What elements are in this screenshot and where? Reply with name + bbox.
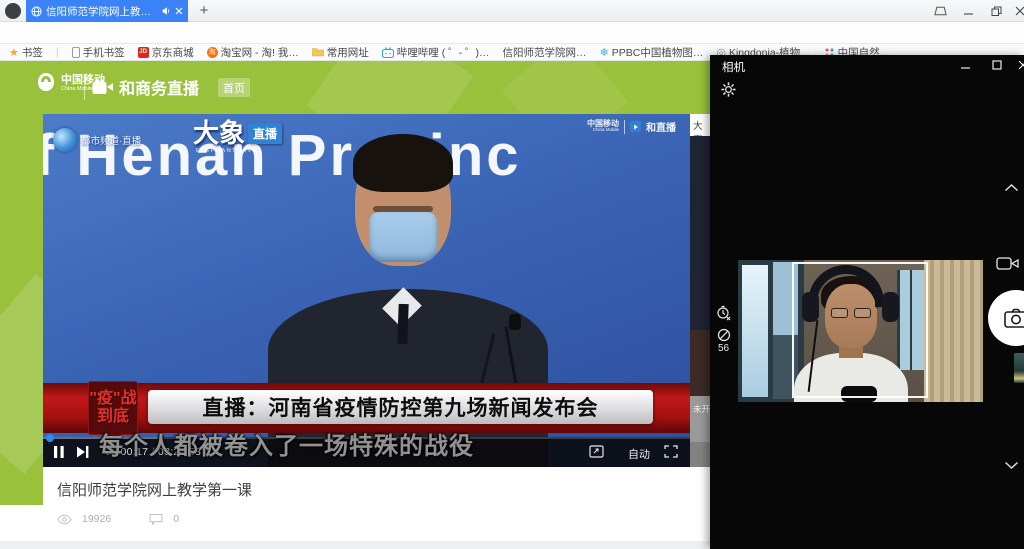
video-subtitle: 每个人都被卷入了一场特殊的战役: [99, 426, 659, 461]
speaker-tie: [397, 304, 408, 344]
page-bottom-strip: [0, 541, 710, 549]
bookmark-divider: |: [56, 46, 59, 58]
video-stats: 19926 0: [57, 513, 179, 525]
side-panel-status-fragment: 未开: [690, 396, 710, 442]
window-pane: [742, 265, 768, 397]
folder-icon: [312, 47, 324, 57]
camera-focus-frame: [792, 262, 928, 398]
active-tab[interactable]: 信阳师范学院网上教学第一课: [26, 0, 188, 22]
camera-app-window: 相机 56: [710, 55, 1024, 549]
video-player[interactable]: f Henan Provinc 都市频道·直播 大象 直播 ELEPHANT L…: [43, 114, 690, 467]
camera-close-button[interactable]: [1010, 55, 1024, 75]
snowflake-icon: ❄: [600, 46, 609, 59]
bookmark-item[interactable]: ❄PPBC中国植物图…: [600, 45, 704, 60]
camera-settings-gear-icon[interactable]: [720, 81, 737, 98]
channel-logo-icon: [53, 128, 77, 152]
views-count: 19926: [82, 513, 111, 525]
side-panel-thumb-area: [690, 330, 710, 396]
comments-count: 0: [173, 513, 179, 525]
fullscreen-icon[interactable]: [664, 445, 678, 458]
bookmark-item[interactable]: 哔哩哔哩 ( ゜- ゜)…: [382, 45, 490, 60]
side-panel-dark-area: [690, 136, 710, 330]
channel-watermark: 都市频道·直播: [53, 128, 141, 152]
microphone-head: [509, 314, 521, 330]
top-right-watermark: 中国移动China Mobile 和直播: [587, 119, 676, 134]
nav-home-button[interactable]: 首页: [218, 78, 250, 97]
tab-audio-icon[interactable]: [161, 6, 171, 16]
webcam-feed: [738, 260, 983, 402]
progress-playhead[interactable]: [46, 434, 54, 442]
speaker-hair: [353, 134, 453, 192]
bookmark-item[interactable]: 手机书签: [72, 45, 125, 60]
views-eye-icon: [57, 514, 72, 525]
photo-preview-thumbnail[interactable]: [1014, 353, 1024, 383]
elephant-live-subtext: ELEPHANT LIVE: [196, 148, 258, 154]
browser-theme-icon[interactable]: [928, 0, 952, 22]
speaker-face-mask: [369, 212, 437, 262]
side-panel-sliver: 大家 未开: [690, 114, 710, 467]
taobao-icon: 淘: [207, 47, 218, 58]
site-favicon-globe-icon: [31, 6, 42, 17]
bookmark-item[interactable]: 淘淘宝网 - 淘! 我…: [207, 45, 299, 60]
browser-restore-button[interactable]: [984, 0, 1008, 22]
tab-close-icon[interactable]: [175, 7, 183, 15]
bookmark-item[interactable]: 信阳师范学院网…: [503, 45, 587, 60]
browser-profile-avatar[interactable]: [5, 3, 21, 19]
video-page-title: 信阳师范学院网上教学第一课: [57, 479, 252, 500]
star-icon: ★: [9, 46, 19, 59]
browser-tab-bar: 信阳师范学院网上教学第一课 +: [0, 0, 1024, 22]
bilibili-tv-icon: [382, 47, 394, 58]
browser-close-button[interactable]: [1008, 0, 1024, 22]
video-mode-icon[interactable]: [996, 256, 1019, 271]
browser-minimize-button[interactable]: [956, 0, 980, 22]
news-banner-text: 直播：河南省疫情防控第九场新闻发布会: [148, 390, 653, 424]
tab-title: 信阳师范学院网上教学第一课: [46, 4, 157, 19]
header-divider: [84, 74, 85, 100]
photo-timer-icon[interactable]: [716, 305, 732, 322]
bookmark-item[interactable]: 常用网址: [312, 45, 369, 60]
camera-window-title: 相机: [722, 59, 745, 75]
video-info-section: 信阳师范学院网上教学第一课 19926 0: [43, 467, 710, 541]
jd-icon: JD: [138, 47, 149, 58]
comments-icon: [149, 513, 163, 525]
chevron-up-icon[interactable]: [1004, 183, 1019, 192]
brightness-icon[interactable]: [717, 328, 731, 342]
live-brand-logo: 和商务直播: [92, 75, 199, 99]
site-header: 中国移动China Mobile 和商务直播 首页: [0, 61, 710, 114]
bookmark-item[interactable]: JD京东商城: [138, 45, 194, 60]
chat-tab-fragment[interactable]: 大家: [690, 114, 710, 136]
brightness-value: 56: [718, 343, 729, 354]
pause-button[interactable]: [53, 445, 65, 459]
next-button[interactable]: [76, 445, 89, 459]
page-left-background: [0, 114, 43, 505]
camera-minimize-button[interactable]: [952, 55, 978, 75]
browser-toolbar: https://hezhibo.migucloud.com/watch/RK1J…: [0, 22, 1024, 44]
phone-icon: [72, 47, 80, 58]
bookmark-item[interactable]: ★书签: [9, 45, 43, 60]
chevron-down-icon[interactable]: [1004, 461, 1019, 470]
side-panel-gray-area: [690, 442, 710, 467]
play-badge-icon: [630, 121, 641, 132]
elephant-live-watermark: 大象 直播: [193, 120, 282, 146]
curtain: [924, 260, 983, 402]
new-tab-button[interactable]: +: [194, 0, 214, 22]
camera-maximize-button[interactable]: [984, 55, 1010, 75]
shutter-button[interactable]: [988, 290, 1024, 346]
